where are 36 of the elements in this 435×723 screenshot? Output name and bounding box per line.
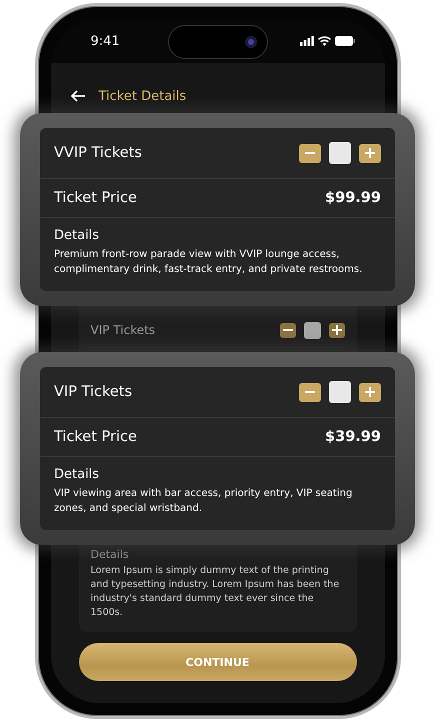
minus-icon	[305, 152, 315, 154]
minus-icon	[305, 391, 315, 393]
continue-button[interactable]: CONTINUE	[78, 643, 356, 681]
plus-icon	[365, 148, 375, 158]
signal-icon	[300, 36, 314, 46]
ticket-price: $99.99	[325, 190, 381, 206]
minus-button[interactable]	[280, 322, 296, 338]
details-heading: Details	[54, 467, 100, 482]
quantity-field[interactable]	[329, 142, 351, 164]
battery-icon	[334, 36, 354, 46]
plus-button[interactable]	[359, 382, 381, 402]
plus-icon	[332, 325, 342, 335]
plus-button[interactable]	[328, 322, 344, 338]
quantity-field[interactable]	[329, 381, 351, 403]
plus-button[interactable]	[359, 144, 381, 162]
status-time: 9:41	[90, 34, 120, 48]
back-arrow-icon[interactable]	[70, 90, 84, 102]
plus-icon	[365, 387, 375, 397]
details-text: Premium front-row parade view with VVIP lounge access, complimentary drink, fast-track entry, and private restrooms.	[54, 248, 364, 277]
details-text: Lorem Ipsum is simply dummy text of the printing and typesetting industry. Lorem Ipsum has been the industry's standard dummy text ever since the 1500s.	[90, 564, 340, 620]
details-heading: Details	[54, 228, 100, 243]
ticket-title: VIP Tickets	[90, 323, 156, 337]
camera-icon	[244, 36, 256, 48]
wifi-icon	[318, 36, 330, 46]
price-label: Ticket Price	[54, 190, 137, 206]
ticket-title: VIP Tickets	[54, 384, 132, 400]
price-label: Ticket Price	[54, 429, 137, 445]
ticket-price: $39.99	[325, 429, 381, 445]
minus-button[interactable]	[299, 144, 321, 162]
quantity-field[interactable]	[304, 322, 320, 338]
page-title: Ticket Details	[98, 88, 186, 104]
minus-button[interactable]	[299, 382, 321, 402]
minus-icon	[282, 329, 292, 331]
details-text: VIP viewing area with bar access, priority entry, VIP seating zones, and special wristband.	[54, 487, 354, 516]
ticket-title: VVIP Tickets	[54, 145, 142, 161]
details-heading: Details	[90, 548, 130, 561]
